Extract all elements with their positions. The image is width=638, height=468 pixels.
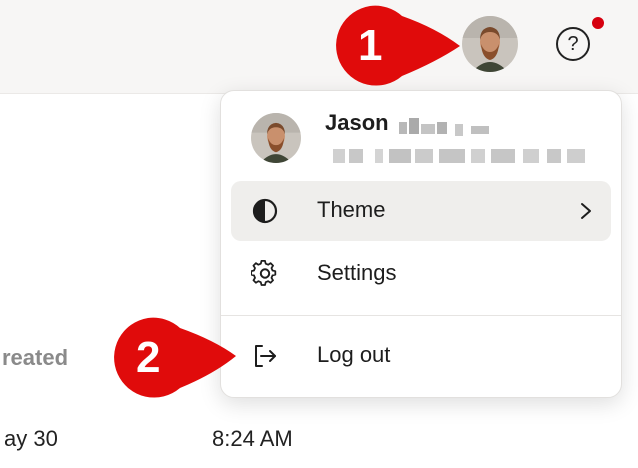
half-circle-theme-icon [252,198,278,224]
log-out-icon [255,345,276,367]
callout-bubble-1 [336,5,460,86]
callout-1: 1 [326,4,466,88]
top-bar [0,0,638,94]
menu-item-log-out[interactable]: Log out [231,326,611,386]
menu-item-label: Settings [317,260,397,285]
help-button[interactable]: ? [556,27,590,61]
avatar-image [251,113,301,163]
menu-item-theme[interactable]: Theme [231,181,611,241]
user-name: Jason [325,110,389,135]
gear-icon [251,260,277,286]
chevron-right-icon [581,203,591,219]
menu-item-label: Log out [317,342,391,367]
account-menu: Jason Theme Settings Log out [220,90,622,398]
menu-divider [221,315,621,316]
menu-item-label: Theme [317,197,386,222]
callout-2: 2 [104,316,244,400]
callout-number-2: 2 [136,333,161,382]
redacted-email [333,149,585,163]
help-circle-icon: ? [556,27,590,61]
callout-bubble-2 [114,317,236,398]
notification-dot [590,15,606,31]
menu-avatar [251,113,301,163]
table-header-created: reated [2,345,69,370]
table-cell-date: ay 30 [4,426,58,451]
avatar-image [462,16,518,72]
callout-number-1: 1 [358,21,383,70]
menu-item-settings[interactable]: Settings [231,244,611,304]
user-avatar-button[interactable] [462,16,518,72]
redacted-surname [399,118,491,136]
table-cell-time: 8:24 AM [212,426,293,451]
